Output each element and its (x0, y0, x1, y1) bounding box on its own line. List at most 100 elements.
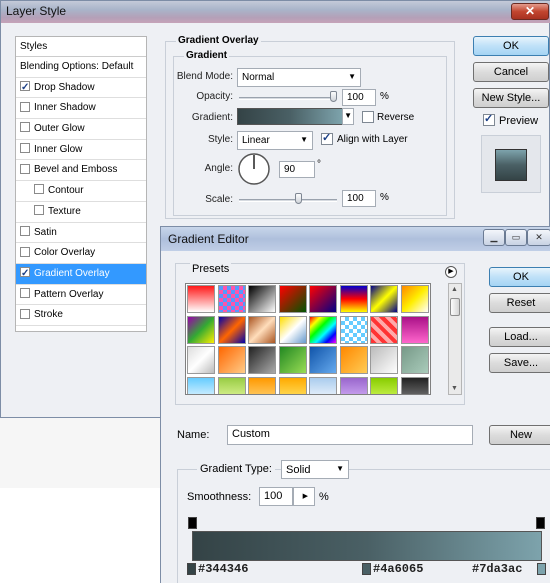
preset-swatch[interactable] (187, 285, 215, 313)
ok-button[interactable]: OK (473, 36, 549, 56)
preset-swatch[interactable] (370, 346, 398, 374)
maximize-button[interactable]: ▭ (505, 229, 527, 246)
preset-swatch[interactable] (278, 285, 307, 313)
color-stop[interactable] (362, 563, 371, 575)
scale-slider[interactable] (239, 199, 337, 202)
preset-swatch[interactable] (187, 346, 215, 374)
preset-swatch[interactable] (339, 285, 368, 313)
preset-swatch[interactable] (278, 376, 307, 394)
cancel-button[interactable]: Cancel (473, 62, 549, 82)
style-item-color-overlay[interactable]: Color Overlay (16, 243, 146, 264)
angle-input[interactable]: 90 (279, 161, 315, 178)
preview-checkbox[interactable] (483, 112, 495, 126)
style-item-satin[interactable]: Satin (16, 223, 146, 244)
close-button[interactable]: ✕ (511, 3, 549, 20)
opacity-stop-right[interactable] (536, 517, 545, 529)
style-checkbox[interactable] (20, 163, 30, 174)
save-button[interactable]: Save... (489, 353, 550, 373)
style-select[interactable]: Linear ▼ (237, 131, 313, 150)
preset-swatch[interactable] (248, 346, 276, 374)
scroll-thumb[interactable] (450, 298, 460, 316)
style-checkbox[interactable] (20, 264, 30, 284)
gradient-picker[interactable] (237, 108, 343, 125)
gradient-type-select[interactable]: Solid ▼ (281, 460, 349, 479)
angle-dial[interactable] (237, 152, 271, 186)
presets-menu-button[interactable]: ▶ (445, 266, 457, 278)
gradient-preview-bar[interactable] (192, 531, 542, 561)
preset-swatch[interactable] (400, 346, 429, 374)
preset-swatch[interactable] (370, 315, 398, 344)
presets-scrollbar[interactable]: ▲ ▼ (448, 283, 462, 395)
style-checkbox[interactable] (20, 78, 30, 98)
blend-mode-select[interactable]: Normal ▼ (237, 68, 361, 87)
scroll-down-icon[interactable]: ▼ (451, 385, 458, 392)
scroll-up-icon[interactable]: ▲ (451, 286, 458, 293)
style-checkbox[interactable] (20, 225, 30, 236)
preset-swatch[interactable] (278, 346, 307, 374)
preset-swatch[interactable] (187, 315, 215, 344)
preset-swatch[interactable] (370, 285, 398, 313)
style-item-contour[interactable]: Contour (16, 181, 146, 202)
blending-options-item[interactable]: Blending Options: Default (16, 57, 146, 78)
preset-swatch[interactable] (217, 315, 246, 344)
reverse-checkbox[interactable] (362, 111, 374, 123)
style-checkbox[interactable] (34, 205, 44, 216)
preset-swatch[interactable] (339, 315, 368, 344)
style-item-inner-shadow[interactable]: Inner Shadow (16, 98, 146, 120)
preset-swatch[interactable] (309, 346, 337, 374)
name-input[interactable]: Custom (227, 425, 473, 445)
opacity-slider-thumb[interactable] (330, 91, 337, 102)
style-item-stroke[interactable]: Stroke (16, 305, 146, 326)
preset-swatch[interactable] (339, 376, 368, 394)
smoothness-input[interactable]: 100 (259, 487, 293, 506)
style-item-inner-glow[interactable]: Inner Glow (16, 140, 146, 161)
preset-swatch[interactable] (217, 376, 246, 394)
preset-swatch[interactable] (248, 315, 276, 344)
opacity-slider[interactable] (239, 97, 337, 100)
style-item-outer-glow[interactable]: Outer Glow (16, 119, 146, 140)
style-item-gradient-overlay[interactable]: Gradient Overlay (16, 263, 146, 285)
reset-button[interactable]: Reset (489, 293, 550, 313)
minimize-button[interactable]: ▁ (483, 229, 505, 246)
preset-swatch[interactable] (278, 315, 307, 344)
preset-swatch[interactable] (217, 346, 246, 374)
preset-swatch[interactable] (370, 376, 398, 394)
style-checkbox[interactable] (20, 246, 30, 257)
style-checkbox[interactable] (20, 122, 30, 133)
new-style-button[interactable]: New Style... (473, 88, 549, 108)
close-button[interactable]: ✕ (527, 229, 550, 246)
preset-swatch[interactable] (400, 315, 429, 344)
preset-swatch[interactable] (400, 376, 429, 394)
scale-input[interactable]: 100 (342, 190, 376, 207)
style-checkbox[interactable] (20, 287, 30, 298)
preset-swatch[interactable] (309, 315, 337, 344)
layer-style-titlebar[interactable]: Layer Style ✕ (1, 1, 550, 23)
preset-swatch[interactable] (248, 376, 276, 394)
smoothness-stepper[interactable]: ▶ (293, 487, 315, 506)
preset-swatch[interactable] (187, 376, 215, 394)
style-checkbox[interactable] (34, 184, 44, 195)
color-stop[interactable] (537, 563, 546, 575)
new-button[interactable]: New (489, 425, 550, 445)
preset-swatch[interactable] (248, 285, 276, 313)
gradient-editor-titlebar[interactable]: Gradient Editor ▁ ▭ ✕ (161, 227, 550, 251)
styles-header[interactable]: Styles (16, 37, 146, 57)
style-item-drop-shadow[interactable]: Drop Shadow (16, 78, 146, 99)
style-checkbox[interactable] (20, 308, 30, 319)
opacity-stop-left[interactable] (188, 517, 197, 529)
preset-swatch[interactable] (309, 285, 337, 313)
ok-button[interactable]: OK (489, 267, 550, 287)
preset-swatch[interactable] (400, 285, 429, 313)
preset-swatch[interactable] (309, 376, 337, 394)
align-with-layer-checkbox[interactable] (321, 131, 333, 145)
gradient-dropdown[interactable]: ▼ (342, 108, 354, 125)
style-item-texture[interactable]: Texture (16, 202, 146, 223)
scale-slider-thumb[interactable] (295, 193, 302, 204)
load-button[interactable]: Load... (489, 327, 550, 347)
color-stop[interactable] (187, 563, 196, 575)
style-item-pattern-overlay[interactable]: Pattern Overlay (16, 285, 146, 306)
style-item-bevel-and-emboss[interactable]: Bevel and Emboss (16, 160, 146, 182)
style-checkbox[interactable] (20, 143, 30, 154)
preset-swatch[interactable] (217, 285, 246, 313)
preset-swatch[interactable] (339, 346, 368, 374)
